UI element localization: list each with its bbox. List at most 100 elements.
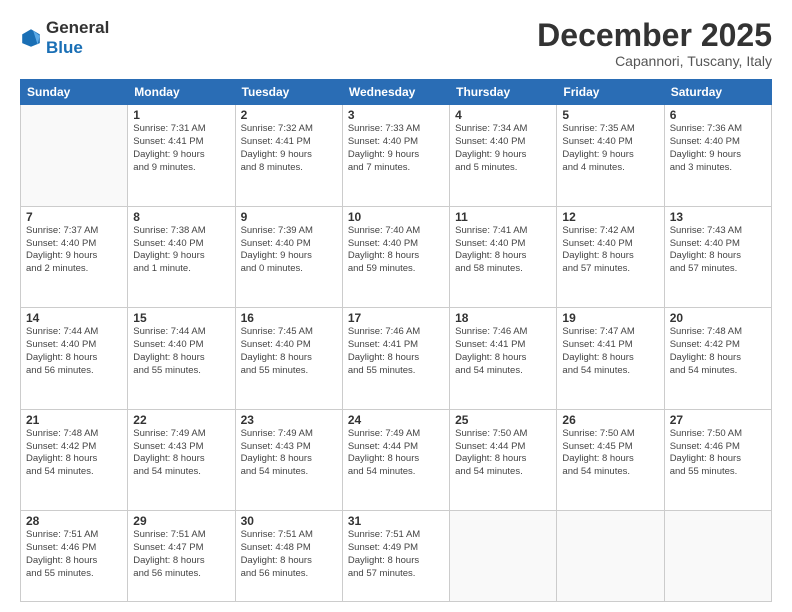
calendar-cell: 10Sunrise: 7:40 AM Sunset: 4:40 PM Dayli… (342, 206, 449, 308)
calendar-cell: 2Sunrise: 7:32 AM Sunset: 4:41 PM Daylig… (235, 105, 342, 207)
calendar-week-row: 14Sunrise: 7:44 AM Sunset: 4:40 PM Dayli… (21, 308, 772, 410)
calendar-cell: 24Sunrise: 7:49 AM Sunset: 4:44 PM Dayli… (342, 409, 449, 511)
calendar-header-row: SundayMondayTuesdayWednesdayThursdayFrid… (21, 80, 772, 105)
day-number: 31 (348, 514, 444, 528)
calendar-cell: 19Sunrise: 7:47 AM Sunset: 4:41 PM Dayli… (557, 308, 664, 410)
day-number: 17 (348, 311, 444, 325)
day-info: Sunrise: 7:44 AM Sunset: 4:40 PM Dayligh… (26, 326, 122, 377)
day-info: Sunrise: 7:34 AM Sunset: 4:40 PM Dayligh… (455, 123, 551, 174)
calendar-cell: 7Sunrise: 7:37 AM Sunset: 4:40 PM Daylig… (21, 206, 128, 308)
calendar-cell (450, 511, 557, 602)
day-info: Sunrise: 7:39 AM Sunset: 4:40 PM Dayligh… (241, 225, 337, 276)
day-number: 25 (455, 413, 551, 427)
day-number: 13 (670, 210, 766, 224)
calendar-cell: 29Sunrise: 7:51 AM Sunset: 4:47 PM Dayli… (128, 511, 235, 602)
day-number: 12 (562, 210, 658, 224)
day-number: 20 (670, 311, 766, 325)
day-info: Sunrise: 7:37 AM Sunset: 4:40 PM Dayligh… (26, 225, 122, 276)
calendar-week-row: 1Sunrise: 7:31 AM Sunset: 4:41 PM Daylig… (21, 105, 772, 207)
day-number: 7 (26, 210, 122, 224)
weekday-header: Friday (557, 80, 664, 105)
weekday-header: Tuesday (235, 80, 342, 105)
day-number: 19 (562, 311, 658, 325)
month-title: December 2025 (537, 18, 772, 53)
day-number: 6 (670, 108, 766, 122)
calendar-cell: 4Sunrise: 7:34 AM Sunset: 4:40 PM Daylig… (450, 105, 557, 207)
title-block: December 2025 Capannori, Tuscany, Italy (537, 18, 772, 69)
day-info: Sunrise: 7:49 AM Sunset: 4:43 PM Dayligh… (241, 428, 337, 479)
day-info: Sunrise: 7:51 AM Sunset: 4:48 PM Dayligh… (241, 529, 337, 580)
weekday-header: Thursday (450, 80, 557, 105)
calendar-cell: 12Sunrise: 7:42 AM Sunset: 4:40 PM Dayli… (557, 206, 664, 308)
day-number: 16 (241, 311, 337, 325)
calendar-cell: 8Sunrise: 7:38 AM Sunset: 4:40 PM Daylig… (128, 206, 235, 308)
calendar-cell: 31Sunrise: 7:51 AM Sunset: 4:49 PM Dayli… (342, 511, 449, 602)
day-number: 3 (348, 108, 444, 122)
calendar-cell: 21Sunrise: 7:48 AM Sunset: 4:42 PM Dayli… (21, 409, 128, 511)
day-info: Sunrise: 7:50 AM Sunset: 4:44 PM Dayligh… (455, 428, 551, 479)
day-info: Sunrise: 7:50 AM Sunset: 4:45 PM Dayligh… (562, 428, 658, 479)
day-number: 29 (133, 514, 229, 528)
calendar-cell: 6Sunrise: 7:36 AM Sunset: 4:40 PM Daylig… (664, 105, 771, 207)
day-info: Sunrise: 7:48 AM Sunset: 4:42 PM Dayligh… (26, 428, 122, 479)
day-info: Sunrise: 7:35 AM Sunset: 4:40 PM Dayligh… (562, 123, 658, 174)
calendar-cell: 25Sunrise: 7:50 AM Sunset: 4:44 PM Dayli… (450, 409, 557, 511)
weekday-header: Sunday (21, 80, 128, 105)
calendar-table: SundayMondayTuesdayWednesdayThursdayFrid… (20, 79, 772, 602)
weekday-header: Wednesday (342, 80, 449, 105)
logo-icon (20, 27, 42, 49)
day-info: Sunrise: 7:43 AM Sunset: 4:40 PM Dayligh… (670, 225, 766, 276)
calendar-week-row: 28Sunrise: 7:51 AM Sunset: 4:46 PM Dayli… (21, 511, 772, 602)
day-info: Sunrise: 7:31 AM Sunset: 4:41 PM Dayligh… (133, 123, 229, 174)
day-info: Sunrise: 7:40 AM Sunset: 4:40 PM Dayligh… (348, 225, 444, 276)
day-number: 30 (241, 514, 337, 528)
day-number: 24 (348, 413, 444, 427)
calendar-cell: 3Sunrise: 7:33 AM Sunset: 4:40 PM Daylig… (342, 105, 449, 207)
day-info: Sunrise: 7:51 AM Sunset: 4:46 PM Dayligh… (26, 529, 122, 580)
calendar-cell: 14Sunrise: 7:44 AM Sunset: 4:40 PM Dayli… (21, 308, 128, 410)
day-number: 9 (241, 210, 337, 224)
day-number: 26 (562, 413, 658, 427)
calendar-week-row: 7Sunrise: 7:37 AM Sunset: 4:40 PM Daylig… (21, 206, 772, 308)
calendar-cell (557, 511, 664, 602)
day-number: 15 (133, 311, 229, 325)
day-number: 10 (348, 210, 444, 224)
day-info: Sunrise: 7:38 AM Sunset: 4:40 PM Dayligh… (133, 225, 229, 276)
day-number: 23 (241, 413, 337, 427)
day-info: Sunrise: 7:49 AM Sunset: 4:43 PM Dayligh… (133, 428, 229, 479)
day-number: 21 (26, 413, 122, 427)
calendar-cell: 13Sunrise: 7:43 AM Sunset: 4:40 PM Dayli… (664, 206, 771, 308)
day-number: 27 (670, 413, 766, 427)
day-info: Sunrise: 7:47 AM Sunset: 4:41 PM Dayligh… (562, 326, 658, 377)
day-number: 14 (26, 311, 122, 325)
day-info: Sunrise: 7:42 AM Sunset: 4:40 PM Dayligh… (562, 225, 658, 276)
day-info: Sunrise: 7:50 AM Sunset: 4:46 PM Dayligh… (670, 428, 766, 479)
calendar-cell: 27Sunrise: 7:50 AM Sunset: 4:46 PM Dayli… (664, 409, 771, 511)
day-number: 18 (455, 311, 551, 325)
day-info: Sunrise: 7:32 AM Sunset: 4:41 PM Dayligh… (241, 123, 337, 174)
calendar-cell (664, 511, 771, 602)
day-info: Sunrise: 7:49 AM Sunset: 4:44 PM Dayligh… (348, 428, 444, 479)
location-subtitle: Capannori, Tuscany, Italy (537, 53, 772, 69)
day-info: Sunrise: 7:44 AM Sunset: 4:40 PM Dayligh… (133, 326, 229, 377)
day-number: 8 (133, 210, 229, 224)
calendar-cell: 23Sunrise: 7:49 AM Sunset: 4:43 PM Dayli… (235, 409, 342, 511)
day-number: 11 (455, 210, 551, 224)
day-info: Sunrise: 7:51 AM Sunset: 4:49 PM Dayligh… (348, 529, 444, 580)
calendar-week-row: 21Sunrise: 7:48 AM Sunset: 4:42 PM Dayli… (21, 409, 772, 511)
calendar-cell: 18Sunrise: 7:46 AM Sunset: 4:41 PM Dayli… (450, 308, 557, 410)
calendar-cell: 11Sunrise: 7:41 AM Sunset: 4:40 PM Dayli… (450, 206, 557, 308)
calendar-cell: 16Sunrise: 7:45 AM Sunset: 4:40 PM Dayli… (235, 308, 342, 410)
day-number: 28 (26, 514, 122, 528)
day-number: 22 (133, 413, 229, 427)
day-info: Sunrise: 7:46 AM Sunset: 4:41 PM Dayligh… (455, 326, 551, 377)
day-info: Sunrise: 7:36 AM Sunset: 4:40 PM Dayligh… (670, 123, 766, 174)
weekday-header: Monday (128, 80, 235, 105)
day-info: Sunrise: 7:51 AM Sunset: 4:47 PM Dayligh… (133, 529, 229, 580)
calendar-cell: 28Sunrise: 7:51 AM Sunset: 4:46 PM Dayli… (21, 511, 128, 602)
weekday-header: Saturday (664, 80, 771, 105)
logo-text: General Blue (46, 18, 109, 57)
day-info: Sunrise: 7:45 AM Sunset: 4:40 PM Dayligh… (241, 326, 337, 377)
calendar-cell: 9Sunrise: 7:39 AM Sunset: 4:40 PM Daylig… (235, 206, 342, 308)
calendar-cell: 22Sunrise: 7:49 AM Sunset: 4:43 PM Dayli… (128, 409, 235, 511)
